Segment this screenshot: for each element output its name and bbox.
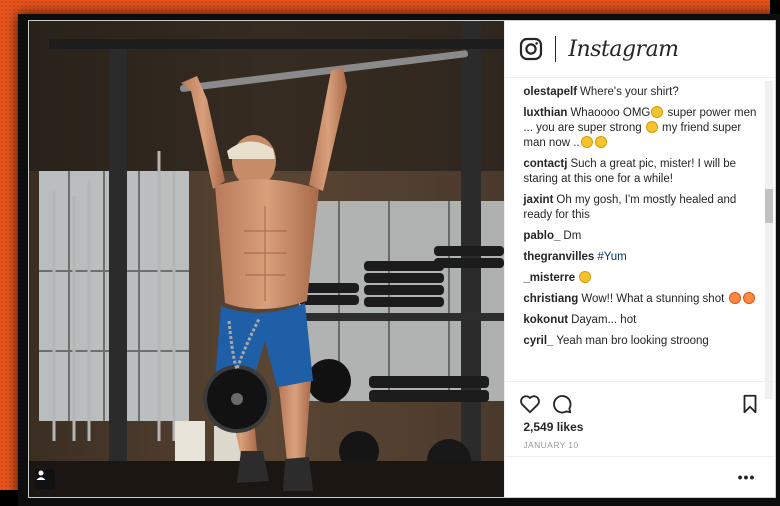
likes-count[interactable]: 2,549 likes [505,418,775,434]
comment-username[interactable]: kokonut [523,314,568,326]
comment-username[interactable]: luxthian [523,107,567,119]
smiling-face-emoji-icon [579,271,592,283]
comment-item: jaxint Oh my gosh, I'm mostly healed and … [523,193,757,223]
comment-text: Dm [563,230,582,242]
comment-username[interactable]: _misterre [523,272,575,284]
instagram-post-card: Instagram olestapelf Where's your shirt? l… [28,20,776,498]
face-screaming-emoji-icon [651,106,664,118]
comment-username[interactable]: pablo_ [523,230,560,242]
more-options-button[interactable]: ••• [738,469,756,485]
comment-text: Dayam... hot [571,314,637,326]
comment-text: Oh my gosh, I'm mostly healed and ready … [523,194,737,221]
heart-eyes-emoji-icon [728,292,741,304]
post-header: Instagram [505,21,775,78]
comment-username[interactable]: christiang [523,293,578,305]
flexed-biceps-emoji-icon [645,121,658,133]
post-photo[interactable] [29,21,505,497]
tagged-user-icon[interactable] [35,469,55,489]
action-row [505,390,775,418]
comment-username[interactable]: cyril_ [523,335,553,347]
post-actions: 2,549 likes JANUARY 10 [505,381,776,450]
comment-item: pablo_ Dm [523,229,757,244]
comment-item: olestapelf Where's your shirt? [523,85,757,100]
comment-item: cyril_ Yeah man bro looking stroong [523,334,757,349]
instagram-camera-icon[interactable] [519,37,543,61]
post-sidebar: Instagram olestapelf Where's your shirt? l… [504,21,776,497]
comment-hashtag-link[interactable]: #Yum [597,251,626,263]
comments-scrollbar[interactable] [765,81,773,399]
smiling-face-emoji-icon [594,136,607,148]
comment-text: Where's your shirt? [580,86,679,98]
comment-item: kokonut Dayam... hot [523,313,757,328]
comment-item: thegranvilles #Yum [523,250,757,265]
comment-username[interactable]: jaxint [523,194,553,206]
smiling-face-emoji-icon [580,136,593,148]
comment-item: luxthian Whaoooo OMG super power men ... … [523,106,757,151]
heart-eyes-emoji-icon [742,292,755,304]
bookmark-icon[interactable] [739,393,761,415]
comment-text: Whaoooo OMG [570,107,651,119]
heart-icon[interactable] [519,393,541,415]
gym-photo-illustration [29,21,505,497]
comment-username[interactable]: contactj [523,158,567,170]
comment-bubble-icon[interactable] [551,393,573,415]
comments-list: olestapelf Where's your shirt? luxthian Wha… [523,85,757,357]
scrollbar-thumb[interactable] [765,189,773,223]
comment-item: contactj Such a great pic, mister! I will… [523,157,757,187]
comment-item: christiang Wow!! What a stunning shot [523,292,757,307]
comment-username[interactable]: thegranvilles [523,251,594,263]
comment-item: _misterre [523,271,757,286]
post-footer: ••• [505,456,776,497]
instagram-wordmark[interactable]: Instagram [568,37,679,62]
comment-username[interactable]: olestapelf [523,86,577,98]
post-date[interactable]: JANUARY 10 [505,434,775,450]
comment-text: Wow!! What a stunning shot [581,293,728,305]
header-divider [555,36,557,62]
comment-text: Yeah man bro looking stroong [556,335,709,347]
